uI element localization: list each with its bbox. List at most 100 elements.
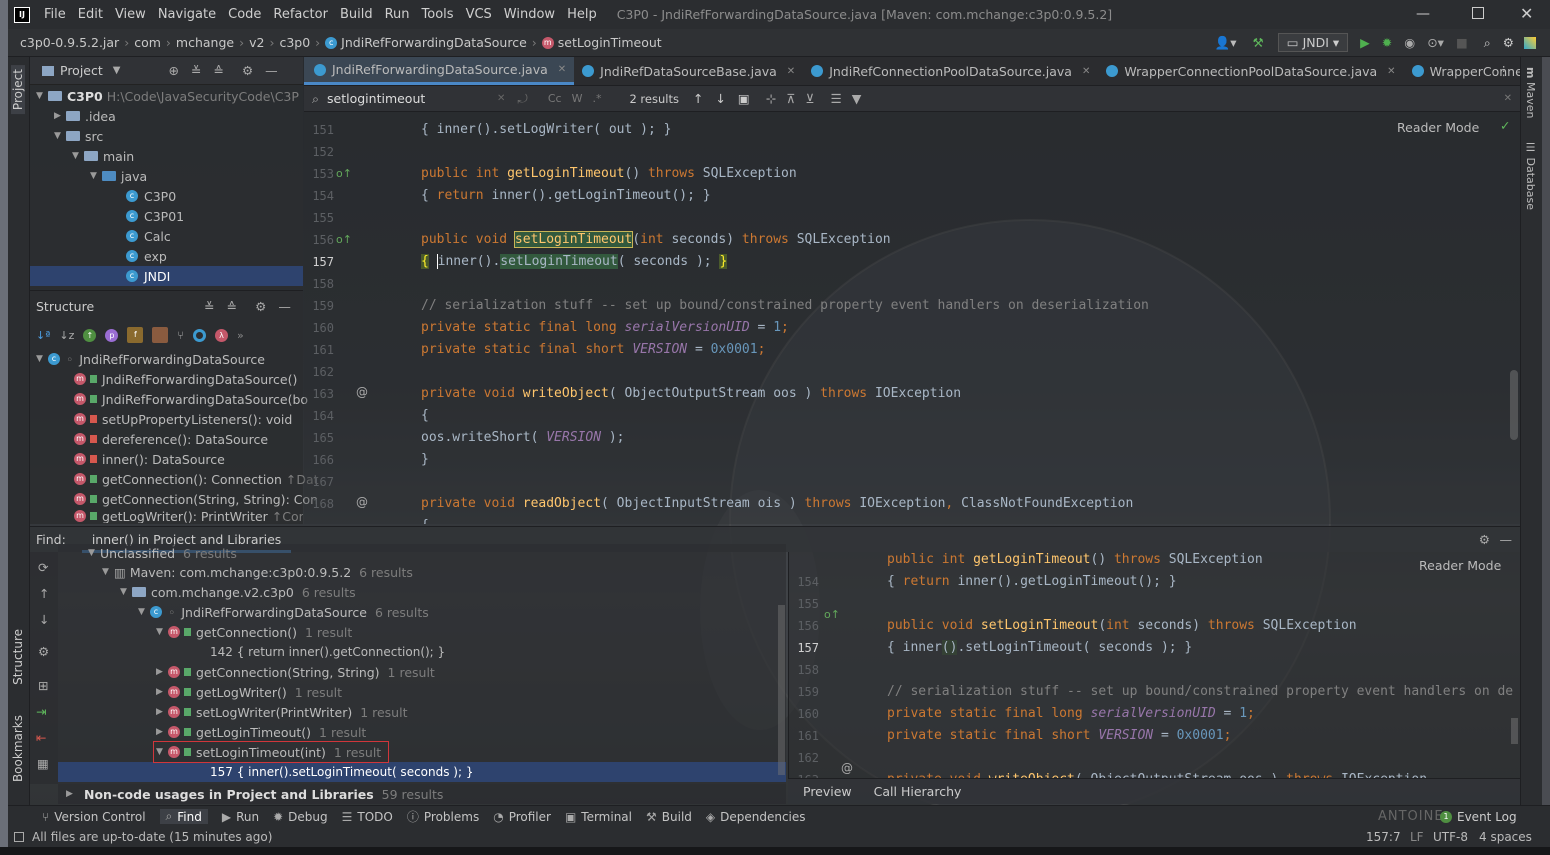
menu-help[interactable]: Help — [561, 7, 603, 22]
chevron-down-icon[interactable]: ▼ — [36, 354, 48, 364]
line-separator[interactable]: LF — [1410, 830, 1424, 844]
search-input[interactable]: setlogintimeout — [327, 91, 497, 106]
show-inherited-icon[interactable]: ↑ — [83, 328, 97, 342]
serialization-marker-icon[interactable]: @ — [356, 385, 368, 399]
breadcrumb-class[interactable]: JndiRefForwardingDataSource — [341, 35, 527, 50]
structure-tool-button[interactable]: Structure — [11, 629, 25, 685]
serialization-marker-icon[interactable]: @ — [356, 495, 368, 509]
find-row[interactable]: ▶ m getLogWriter() 1 result — [58, 682, 786, 702]
search-icon[interactable]: ⌕ — [1484, 35, 1491, 51]
show-non-public-icon[interactable] — [152, 327, 169, 343]
find-row[interactable]: ▼ c ◦ JndiRefForwardingDataSource 6 results — [58, 602, 786, 622]
close-icon[interactable]: ✕ — [1387, 66, 1395, 77]
find-row[interactable]: ▼ ▥ Maven: com.mchange:c3p0:0.9.5.2 6 resu… — [58, 562, 786, 582]
menu-vcs[interactable]: VCS — [460, 7, 498, 22]
serialization-marker-icon[interactable]: @ — [841, 761, 853, 775]
breadcrumb-method[interactable]: setLoginTimeout — [558, 35, 662, 50]
menu-run[interactable]: Run — [379, 7, 416, 22]
tool-version-control[interactable]: ⑂ Version Control — [42, 810, 146, 824]
structure-item[interactable]: m JndiRefForwardingDataSource(bo — [30, 389, 308, 409]
tree-item-idea[interactable]: ▶ .idea — [30, 106, 303, 126]
expand-all-icon[interactable]: ≚ — [191, 63, 201, 78]
tree-item-jndi-class[interactable]: c JNDI — [30, 266, 303, 286]
caret-position[interactable]: 157:7 — [1366, 830, 1401, 844]
file-encoding[interactable]: UTF-8 — [1433, 830, 1468, 844]
select-all-icon[interactable]: ▣ — [738, 91, 750, 106]
find-row[interactable]: ▼ com.mchange.v2.c3p0 6 results — [58, 582, 786, 602]
find-usage-line[interactable]: 142 { return inner().getConnection(); } — [58, 642, 786, 662]
run-config-select[interactable]: ▭ JNDI ▾ — [1277, 33, 1349, 52]
menu-navigate[interactable]: Navigate — [152, 7, 222, 22]
menu-refactor[interactable]: Refactor — [267, 7, 334, 22]
settings-gear-icon[interactable]: ⚙ — [1503, 35, 1514, 50]
reader-mode-button[interactable]: Reader Mode — [1397, 120, 1479, 135]
rerun-icon[interactable]: ⟳ — [38, 560, 48, 575]
show-lambdas-icon[interactable]: ⑂ — [177, 329, 184, 342]
breadcrumb-com[interactable]: com — [134, 35, 161, 50]
chevron-down-icon[interactable]: ▼ — [113, 65, 121, 76]
run-icon[interactable]: ▶ — [1360, 35, 1370, 50]
history-icon[interactable]: ⤾ — [517, 91, 527, 107]
tree-item-calc-class[interactable]: c Calc — [30, 226, 303, 246]
previous-occurrence-icon[interactable]: ↑ — [693, 91, 703, 106]
export-icon[interactable]: ⇤ — [36, 730, 46, 745]
structure-root[interactable]: ▼ c ◦ JndiRefForwardingDataSource — [30, 349, 303, 369]
remove-occurrence-icon[interactable]: ⊼ — [786, 91, 795, 106]
structure-item[interactable]: m getConnection(): Connection ↑Dat — [30, 469, 319, 489]
expand-all-icon[interactable]: ≚ — [204, 299, 214, 314]
preview-reader-mode-button[interactable]: Reader Mode — [1419, 558, 1501, 573]
debug-icon[interactable]: ✹ — [1382, 35, 1392, 50]
locate-icon[interactable]: ⊕ — [168, 63, 178, 78]
chevron-down-icon[interactable]: ▼ — [36, 91, 48, 101]
tab-wrapperconnectionpooldatasource[interactable]: WrapperConnectionPoolDataSource.java ✕ — [1098, 57, 1403, 85]
tree-root-c3p0[interactable]: ▼ C3P0 H:\Code\JavaSecurityCode\C3P — [30, 86, 303, 106]
stop-icon[interactable]: ■ — [1456, 35, 1468, 50]
tool-dependencies[interactable]: ◈ Dependencies — [706, 810, 806, 824]
tree-item-exp-class[interactable]: c exp — [30, 246, 303, 266]
tree-item-java[interactable]: ▼ java — [30, 166, 303, 186]
tool-debug[interactable]: ✹ Debug — [273, 810, 328, 824]
settings-gear-icon[interactable]: ⚙ — [38, 644, 49, 659]
tool-terminal[interactable]: ▣ Terminal — [565, 810, 632, 824]
tab-jndirefconnectionpooldatasource[interactable]: JndiRefConnectionPoolDataSource.java ✕ — [803, 57, 1098, 85]
group-icon[interactable]: ⊞ — [38, 678, 48, 693]
structure-item[interactable]: m dereference(): DataSource — [30, 429, 303, 449]
collapse-all-icon[interactable]: ≙ — [227, 299, 237, 314]
close-icon[interactable]: ✕ — [1082, 66, 1090, 77]
menu-view[interactable]: View — [109, 7, 152, 22]
maven-tool-button[interactable]: m Maven — [1524, 67, 1537, 118]
tool-build[interactable]: ⚒ Build — [646, 810, 692, 824]
navigate-icon[interactable]: ⇥ — [36, 704, 46, 719]
anonymous-classes-icon[interactable] — [193, 328, 207, 342]
match-case-toggle[interactable]: Cc — [548, 92, 562, 105]
add-occurrence-icon[interactable]: ⊹ — [766, 91, 776, 106]
code-editor[interactable]: { inner().setLogWriter( out ); } public … — [384, 112, 1520, 524]
override-marker-icon[interactable]: o↑ — [336, 233, 352, 246]
coverage-icon[interactable]: ◉ — [1404, 35, 1415, 50]
project-tool-button[interactable]: Project — [11, 65, 25, 115]
filter-icon[interactable]: ▼ — [852, 91, 862, 106]
collapse-all-icon[interactable]: ≙ — [213, 63, 223, 78]
close-icon[interactable]: ✕ — [787, 66, 795, 77]
sort-alpha-icon[interactable]: ↓z — [59, 329, 74, 342]
structure-item[interactable]: m setUpPropertyListeners(): void — [30, 409, 303, 429]
tree-item-src[interactable]: ▼ src — [30, 126, 303, 146]
indent-setting[interactable]: 4 spaces — [1479, 830, 1532, 844]
structure-item[interactable]: m JndiRefForwardingDataSource() — [30, 369, 303, 389]
menu-build[interactable]: Build — [334, 7, 379, 22]
profile-icon[interactable]: ⊙▾ — [1427, 35, 1444, 50]
show-properties-icon[interactable]: p — [105, 328, 119, 342]
regex-toggle[interactable]: .* — [592, 92, 601, 105]
gear-icon[interactable]: ⚙ — [255, 299, 266, 314]
find-row[interactable]: ▼ Unclassified 6 results — [58, 544, 786, 562]
tree-item-c3p0-class[interactable]: c C3P0 — [30, 186, 303, 206]
find-row-highlighted[interactable]: ▼ m setLoginTimeout(int) 1 result — [153, 741, 389, 763]
words-toggle[interactable]: W — [572, 92, 583, 105]
sort-visibility-icon[interactable]: ↓ª — [36, 329, 50, 342]
more-icon[interactable]: » — [237, 329, 244, 342]
tab-preview[interactable]: Preview — [803, 784, 852, 799]
build-hammer-icon[interactable]: ⚒ — [1253, 35, 1264, 50]
tool-find[interactable]: ⌕ Find — [159, 809, 208, 824]
next-occurrence-icon[interactable]: ↓ — [715, 91, 725, 106]
find-tree-scrollbar[interactable] — [778, 605, 785, 775]
